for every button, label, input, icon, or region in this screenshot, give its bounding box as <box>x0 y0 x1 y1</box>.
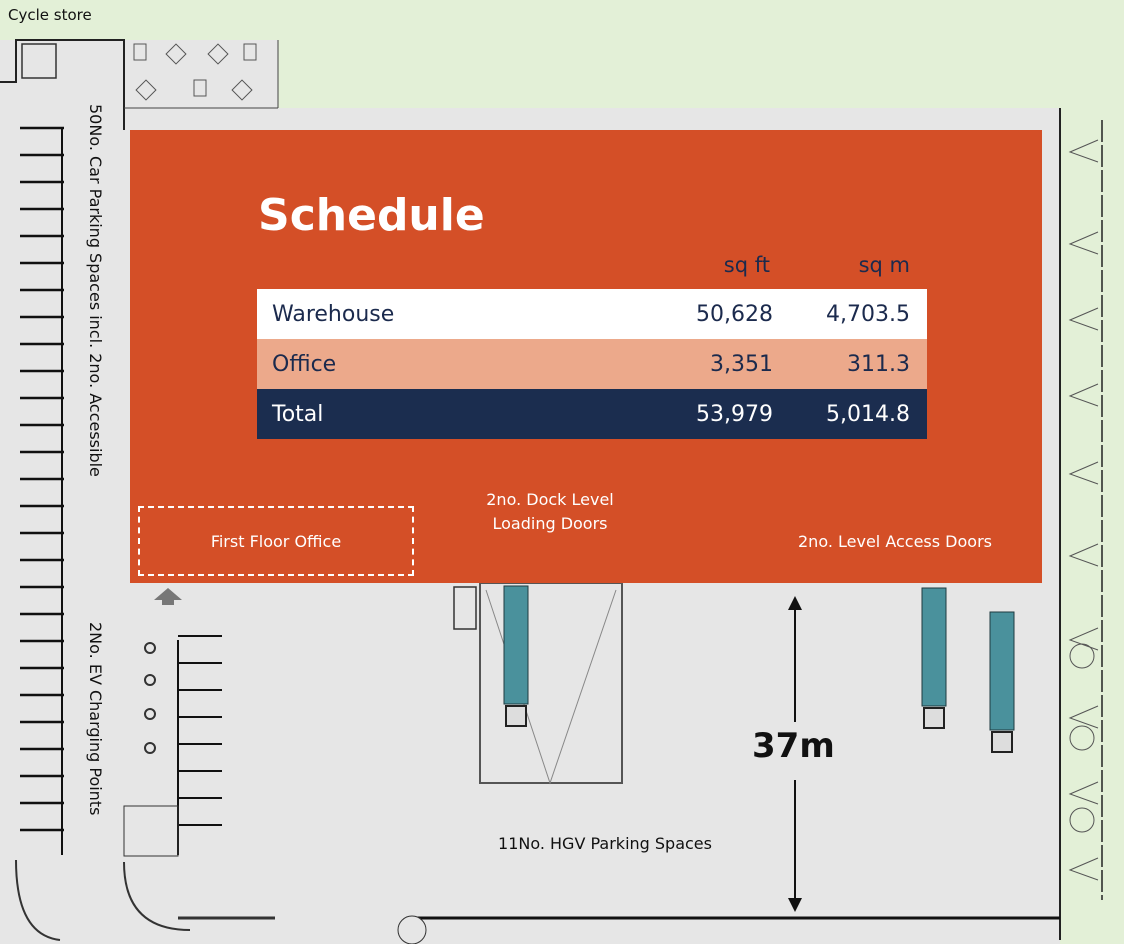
landscape-strip <box>1062 100 1124 944</box>
cycle-store-label: Cycle store <box>8 6 92 24</box>
column-header-sqm: sq m <box>858 253 910 277</box>
trailer <box>503 585 529 705</box>
row-name: Warehouse <box>272 301 395 327</box>
ev-charging-label: 2No. EV Charging Points <box>86 622 105 816</box>
column-header-sqft: sq ft <box>723 253 770 277</box>
row-sqft: 3,351 <box>710 351 773 377</box>
row-sqft: 50,628 <box>696 301 773 327</box>
schedule-title: Schedule <box>258 190 485 241</box>
trailer <box>989 611 1015 731</box>
hgv-parking-label: 11No. HGV Parking Spaces <box>498 834 712 853</box>
trailer <box>921 587 947 707</box>
dock-doors-label: 2no. Dock Level Loading Doors <box>486 490 614 533</box>
row-sqm: 311.3 <box>847 351 910 377</box>
row-name: Total <box>272 401 324 427</box>
schedule-row-office: Office 3,351 311.3 <box>257 339 927 389</box>
row-sqm: 5,014.8 <box>826 401 910 427</box>
row-sqft: 53,979 <box>696 401 773 427</box>
car-parking-label: 50No. Car Parking Spaces incl. 2no. Acce… <box>86 104 105 477</box>
schedule-row-total: Total 53,979 5,014.8 <box>257 389 927 439</box>
row-sqm: 4,703.5 <box>826 301 910 327</box>
first-floor-office-outline: First Floor Office <box>138 506 414 576</box>
row-name: Office <box>272 351 337 377</box>
first-floor-office-label: First Floor Office <box>210 531 342 551</box>
cycle-store-area <box>122 40 278 108</box>
schedule-row-warehouse: Warehouse 50,628 4,703.5 <box>257 289 927 339</box>
yard-depth-label: 37m <box>748 726 839 766</box>
level-access-doors-label: 2no. Level Access Doors <box>798 532 992 551</box>
